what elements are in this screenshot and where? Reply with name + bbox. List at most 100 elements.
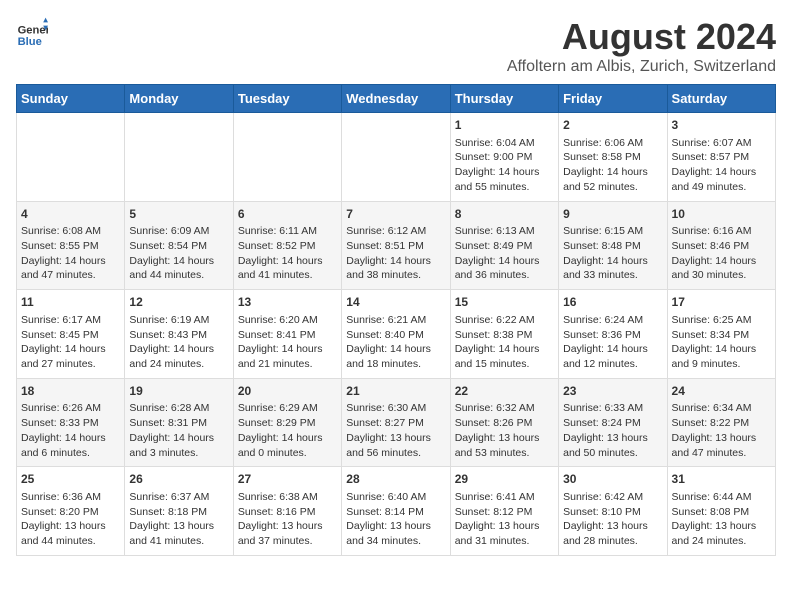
day-info-line: Sunrise: 6:09 AM <box>129 224 228 239</box>
day-info-line: Sunset: 8:58 PM <box>563 150 662 165</box>
day-info-line: Daylight: 14 hours and 36 minutes. <box>455 254 554 283</box>
day-info-line: Daylight: 13 hours and 24 minutes. <box>672 519 771 548</box>
page-title: August 2024 <box>507 16 776 58</box>
day-number: 28 <box>346 471 445 488</box>
day-info-line: Sunrise: 6:34 AM <box>672 401 771 416</box>
day-info-line: Sunrise: 6:36 AM <box>21 490 120 505</box>
title-area: August 2024 Affoltern am Albis, Zurich, … <box>507 16 776 76</box>
day-info-line: Sunrise: 6:07 AM <box>672 136 771 151</box>
calendar-cell: 24Sunrise: 6:34 AMSunset: 8:22 PMDayligh… <box>667 378 775 467</box>
day-info-line: Sunrise: 6:19 AM <box>129 313 228 328</box>
day-info-line: Sunrise: 6:32 AM <box>455 401 554 416</box>
day-info-line: Sunrise: 6:17 AM <box>21 313 120 328</box>
day-number: 27 <box>238 471 337 488</box>
day-info-line: Sunset: 8:31 PM <box>129 416 228 431</box>
day-number: 3 <box>672 117 771 134</box>
calendar-cell: 8Sunrise: 6:13 AMSunset: 8:49 PMDaylight… <box>450 201 558 290</box>
day-number: 21 <box>346 383 445 400</box>
day-info-line: Sunset: 8:20 PM <box>21 505 120 520</box>
calendar-cell: 4Sunrise: 6:08 AMSunset: 8:55 PMDaylight… <box>17 201 125 290</box>
calendar-table: Sunday Monday Tuesday Wednesday Thursday… <box>16 84 776 556</box>
week-row-4: 18Sunrise: 6:26 AMSunset: 8:33 PMDayligh… <box>17 378 776 467</box>
day-info-line: Sunrise: 6:16 AM <box>672 224 771 239</box>
calendar-cell: 1Sunrise: 6:04 AMSunset: 9:00 PMDaylight… <box>450 113 558 202</box>
calendar-cell: 11Sunrise: 6:17 AMSunset: 8:45 PMDayligh… <box>17 290 125 379</box>
day-info-line: Sunrise: 6:44 AM <box>672 490 771 505</box>
day-info-line: Sunset: 8:49 PM <box>455 239 554 254</box>
day-info-line: Sunset: 8:57 PM <box>672 150 771 165</box>
day-info-line: Daylight: 13 hours and 34 minutes. <box>346 519 445 548</box>
day-info-line: Sunrise: 6:11 AM <box>238 224 337 239</box>
calendar-cell: 26Sunrise: 6:37 AMSunset: 8:18 PMDayligh… <box>125 467 233 556</box>
day-info-line: Sunrise: 6:42 AM <box>563 490 662 505</box>
page-header: General Blue August 2024 Affoltern am Al… <box>16 16 776 76</box>
day-info-line: Daylight: 14 hours and 15 minutes. <box>455 342 554 371</box>
calendar-cell: 12Sunrise: 6:19 AMSunset: 8:43 PMDayligh… <box>125 290 233 379</box>
day-info-line: Sunrise: 6:13 AM <box>455 224 554 239</box>
day-info-line: Sunrise: 6:08 AM <box>21 224 120 239</box>
svg-text:Blue: Blue <box>18 36 42 48</box>
day-info-line: Daylight: 14 hours and 9 minutes. <box>672 342 771 371</box>
day-number: 11 <box>21 294 120 311</box>
calendar-cell: 17Sunrise: 6:25 AMSunset: 8:34 PMDayligh… <box>667 290 775 379</box>
calendar-cell: 16Sunrise: 6:24 AMSunset: 8:36 PMDayligh… <box>559 290 667 379</box>
calendar-cell: 9Sunrise: 6:15 AMSunset: 8:48 PMDaylight… <box>559 201 667 290</box>
col-sunday: Sunday <box>17 85 125 113</box>
day-info-line: Sunset: 8:54 PM <box>129 239 228 254</box>
calendar-cell: 23Sunrise: 6:33 AMSunset: 8:24 PMDayligh… <box>559 378 667 467</box>
week-row-2: 4Sunrise: 6:08 AMSunset: 8:55 PMDaylight… <box>17 201 776 290</box>
col-wednesday: Wednesday <box>342 85 450 113</box>
day-info-line: Sunrise: 6:22 AM <box>455 313 554 328</box>
day-info-line: Daylight: 14 hours and 24 minutes. <box>129 342 228 371</box>
day-number: 7 <box>346 206 445 223</box>
day-info-line: Sunset: 8:36 PM <box>563 328 662 343</box>
day-info-line: Sunset: 8:45 PM <box>21 328 120 343</box>
col-saturday: Saturday <box>667 85 775 113</box>
day-info-line: Daylight: 14 hours and 41 minutes. <box>238 254 337 283</box>
day-info-line: Daylight: 14 hours and 47 minutes. <box>21 254 120 283</box>
day-info-line: Daylight: 13 hours and 41 minutes. <box>129 519 228 548</box>
calendar-cell <box>233 113 341 202</box>
day-info-line: Sunrise: 6:29 AM <box>238 401 337 416</box>
day-number: 4 <box>21 206 120 223</box>
calendar-cell: 27Sunrise: 6:38 AMSunset: 8:16 PMDayligh… <box>233 467 341 556</box>
day-info-line: Sunset: 8:26 PM <box>455 416 554 431</box>
day-number: 25 <box>21 471 120 488</box>
col-tuesday: Tuesday <box>233 85 341 113</box>
day-info-line: Sunrise: 6:04 AM <box>455 136 554 151</box>
day-info-line: Sunset: 8:14 PM <box>346 505 445 520</box>
day-info-line: Daylight: 14 hours and 52 minutes. <box>563 165 662 194</box>
day-number: 23 <box>563 383 662 400</box>
day-number: 31 <box>672 471 771 488</box>
col-friday: Friday <box>559 85 667 113</box>
logo: General Blue <box>16 16 48 48</box>
calendar-header-row: Sunday Monday Tuesday Wednesday Thursday… <box>17 85 776 113</box>
calendar-cell: 20Sunrise: 6:29 AMSunset: 8:29 PMDayligh… <box>233 378 341 467</box>
day-number: 17 <box>672 294 771 311</box>
col-monday: Monday <box>125 85 233 113</box>
day-info-line: Daylight: 14 hours and 6 minutes. <box>21 431 120 460</box>
day-info-line: Daylight: 14 hours and 18 minutes. <box>346 342 445 371</box>
day-info-line: Sunset: 8:29 PM <box>238 416 337 431</box>
day-info-line: Sunset: 8:43 PM <box>129 328 228 343</box>
calendar-cell: 13Sunrise: 6:20 AMSunset: 8:41 PMDayligh… <box>233 290 341 379</box>
calendar-cell <box>125 113 233 202</box>
day-info-line: Daylight: 13 hours and 28 minutes. <box>563 519 662 548</box>
day-info-line: Daylight: 14 hours and 55 minutes. <box>455 165 554 194</box>
day-number: 2 <box>563 117 662 134</box>
day-info-line: Sunrise: 6:41 AM <box>455 490 554 505</box>
day-info-line: Sunrise: 6:33 AM <box>563 401 662 416</box>
day-info-line: Sunrise: 6:15 AM <box>563 224 662 239</box>
day-number: 16 <box>563 294 662 311</box>
day-info-line: Sunrise: 6:38 AM <box>238 490 337 505</box>
day-info-line: Sunset: 8:33 PM <box>21 416 120 431</box>
calendar-cell: 15Sunrise: 6:22 AMSunset: 8:38 PMDayligh… <box>450 290 558 379</box>
day-info-line: Sunrise: 6:28 AM <box>129 401 228 416</box>
calendar-cell: 7Sunrise: 6:12 AMSunset: 8:51 PMDaylight… <box>342 201 450 290</box>
day-info-line: Daylight: 14 hours and 33 minutes. <box>563 254 662 283</box>
day-info-line: Daylight: 14 hours and 12 minutes. <box>563 342 662 371</box>
calendar-cell: 18Sunrise: 6:26 AMSunset: 8:33 PMDayligh… <box>17 378 125 467</box>
day-info-line: Daylight: 14 hours and 49 minutes. <box>672 165 771 194</box>
day-info-line: Sunset: 8:52 PM <box>238 239 337 254</box>
day-info-line: Daylight: 13 hours and 53 minutes. <box>455 431 554 460</box>
